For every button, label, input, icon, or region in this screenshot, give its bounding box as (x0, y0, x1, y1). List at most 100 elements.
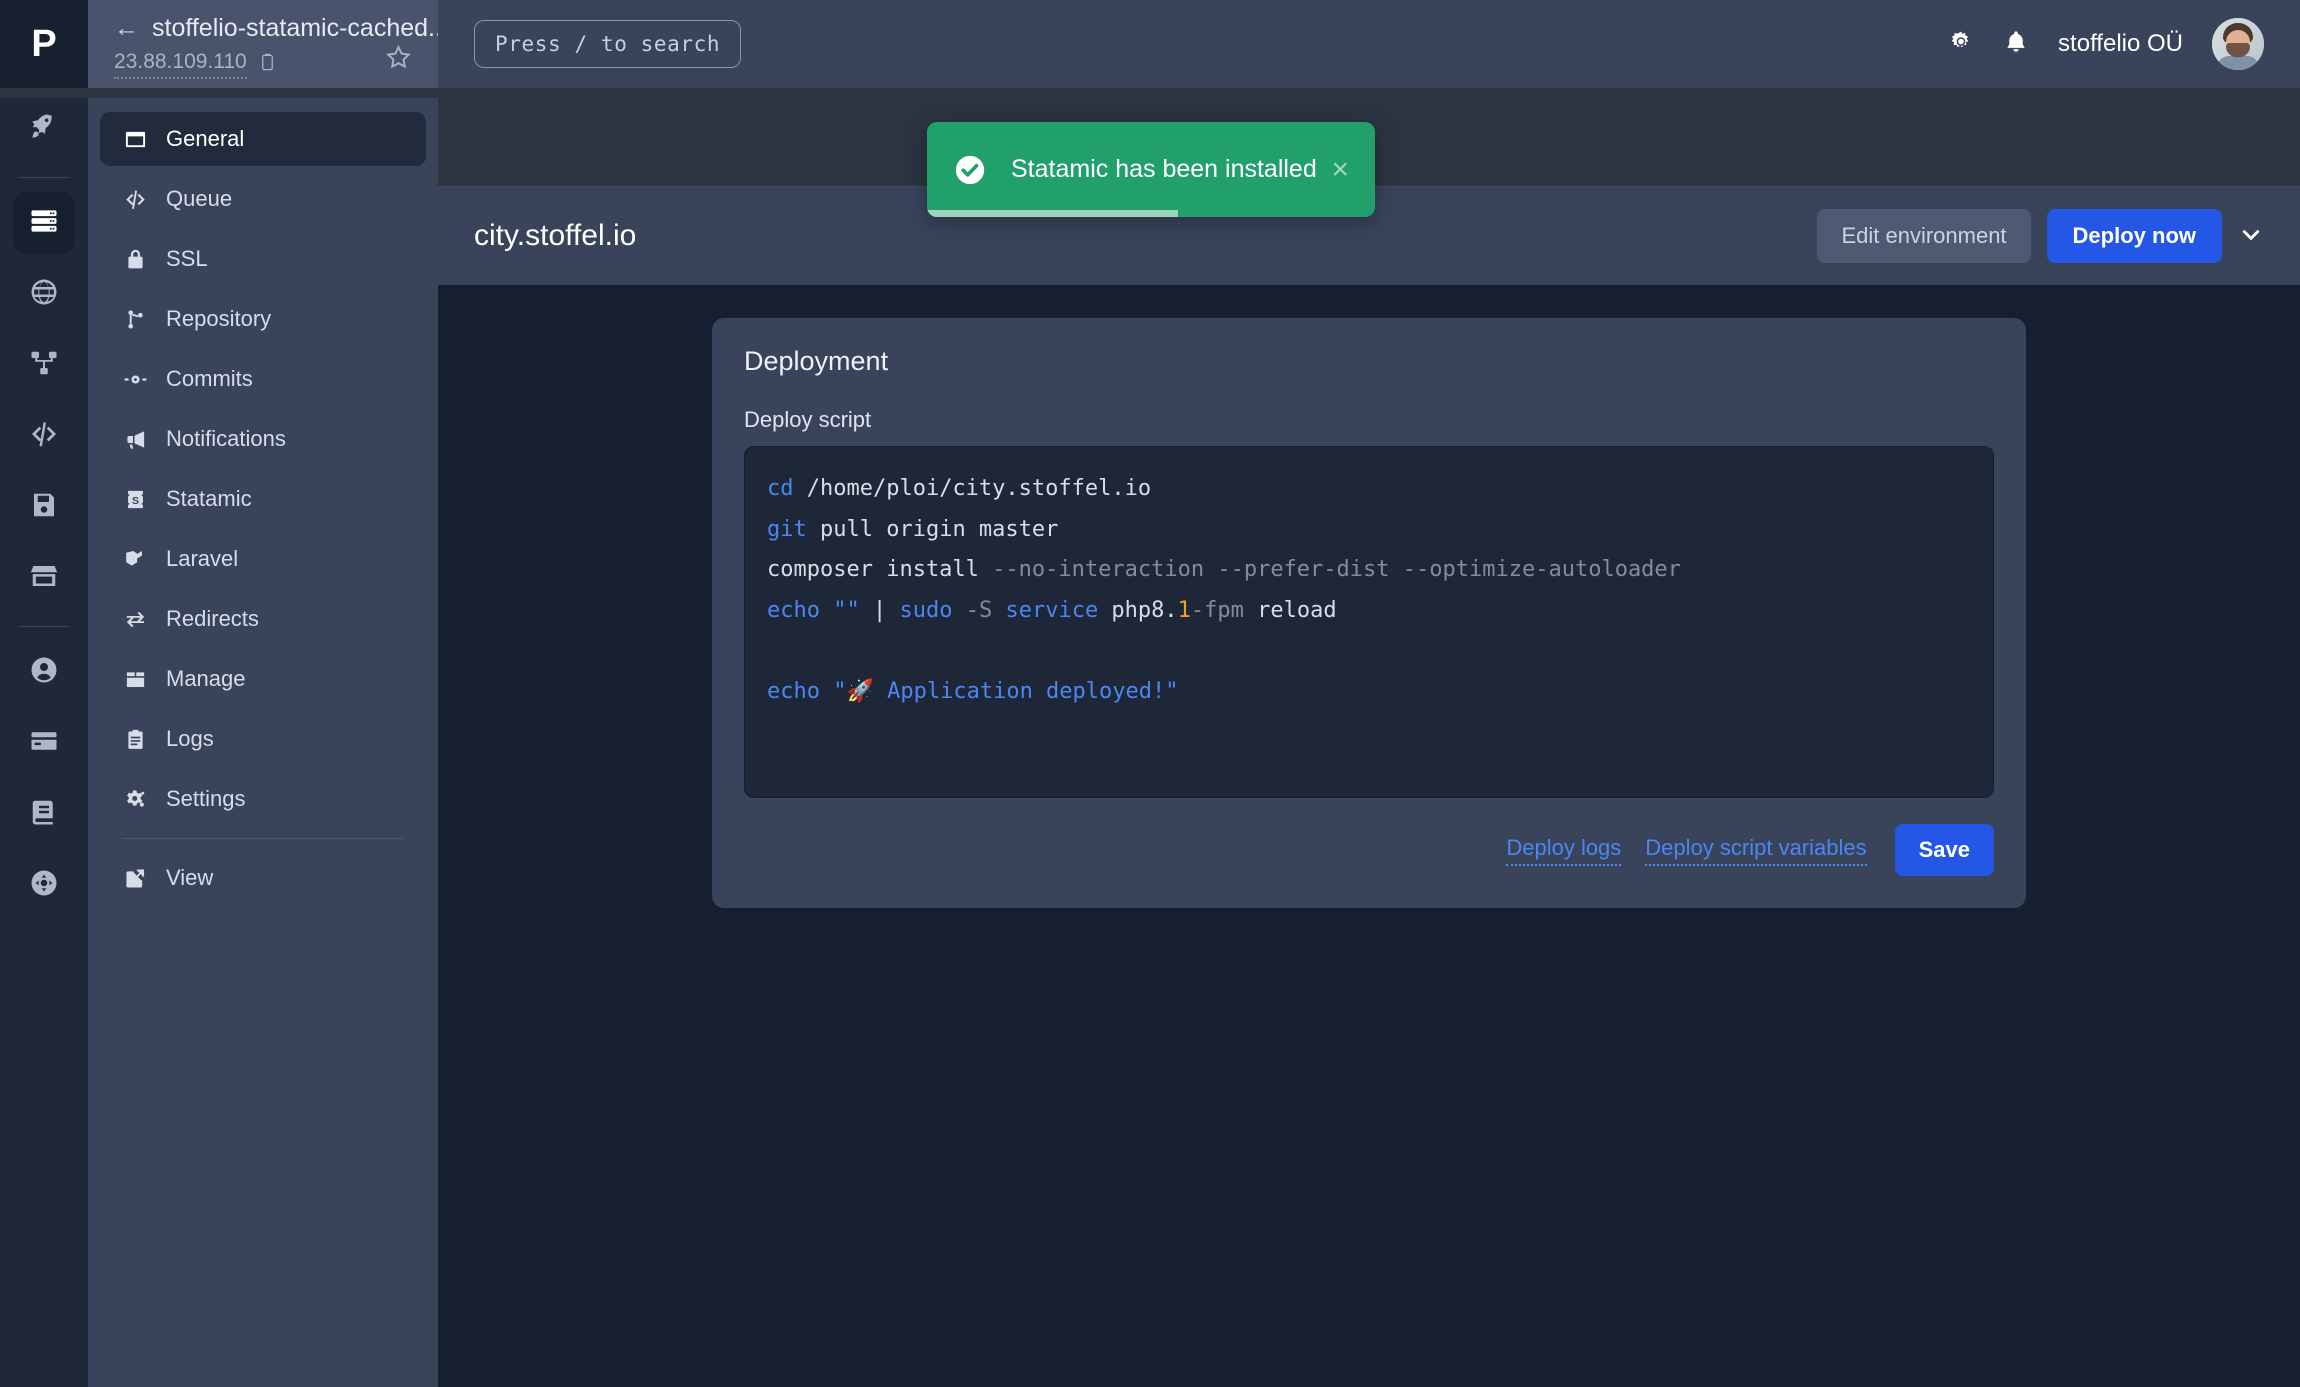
statamic-icon: S (122, 488, 148, 511)
topbar-actions: stoffelio OÜ (1948, 18, 2264, 70)
save-button[interactable]: Save (1894, 824, 1994, 876)
deploy-script-line: echo "" | sudo -S service php8.1-fpm rel… (767, 598, 1337, 624)
toast-progress-bar (927, 210, 1178, 217)
external-link-icon (122, 867, 148, 890)
sidebar-item-statamic[interactable]: S Statamic (100, 472, 426, 526)
deploy-now-button[interactable]: Deploy now (2046, 209, 2222, 263)
favorite-star-icon[interactable] (385, 44, 412, 76)
code-icon (122, 188, 148, 211)
sidebar-item-general[interactable]: General (100, 112, 426, 166)
card-title: Deployment (744, 346, 889, 376)
sidebar-item-logs[interactable]: Logs (100, 712, 426, 766)
main-content: Deployment Deploy script cd /home/ploi/c… (438, 285, 2300, 1387)
back-arrow-icon[interactable]: ← (114, 14, 139, 43)
sidebar-item-manage[interactable]: Manage (100, 652, 426, 706)
server-icon (29, 206, 59, 241)
rail-item-marketplace[interactable] (13, 547, 75, 609)
sidebar-item-label: SSL (166, 246, 208, 271)
network-icon (29, 348, 59, 383)
chevron-down-icon[interactable] (2238, 221, 2264, 252)
credit-card-icon (29, 726, 59, 761)
rail-divider-top (19, 177, 69, 178)
server-ip: 23.88.109.110 (114, 50, 247, 79)
deployment-card: Deployment Deploy script cd /home/ploi/c… (712, 318, 2026, 908)
sidebar-item-label: Queue (166, 186, 233, 211)
life-ring-icon (29, 868, 59, 903)
avatar[interactable] (2212, 18, 2264, 70)
sidebar-item-label: Redirects (166, 606, 259, 631)
sidebar-item-label: Manage (166, 666, 246, 691)
git-branch-icon (122, 308, 148, 331)
server-name: stoffelio-statamic-cached... (152, 14, 449, 42)
rail-item-profile[interactable] (13, 641, 75, 703)
sidebar-item-notifications[interactable]: Notifications (100, 412, 426, 466)
database-icon (29, 490, 59, 525)
rail-item-servers[interactable] (13, 192, 75, 254)
deploy-script-line: git pull origin master (767, 516, 1059, 542)
sidebar-item-laravel[interactable]: Laravel (100, 532, 426, 586)
sidebar-divider (122, 838, 404, 839)
sidebar-item-settings[interactable]: Settings (100, 772, 426, 826)
account-name[interactable]: stoffelio OÜ (2058, 30, 2183, 58)
code-icon (29, 419, 59, 454)
rail-item-billing[interactable] (13, 712, 75, 774)
sidebar-item-label: Laravel (166, 546, 239, 571)
close-icon[interactable]: × (1331, 154, 1349, 185)
topbar: Press / to search stoffelio OÜ (438, 0, 2300, 88)
sun-icon[interactable] (1948, 29, 1974, 60)
sidebar-item-label: Notifications (166, 426, 286, 451)
edit-environment-button[interactable]: Edit environment (1817, 209, 2031, 263)
rail-item-docs[interactable] (13, 783, 75, 845)
toast-notification: Statamic has been installed × (927, 122, 1375, 217)
sidebar-item-label: General (166, 126, 245, 151)
rail-item-network[interactable] (13, 334, 75, 396)
user-circle-icon (29, 655, 59, 690)
exchange-icon (122, 608, 148, 631)
deploy-script-input[interactable]: cd /home/ploi/city.stoffel.io git pull or… (744, 446, 1994, 798)
deploy-script-line: composer install --no-interaction --pref… (767, 557, 1681, 583)
clipboard-list-icon (122, 728, 148, 751)
deploy-script-line: cd /home/ploi/city.stoffel.io (767, 476, 1152, 501)
rail-item-deployments[interactable] (13, 98, 75, 160)
deploy-script-line (767, 632, 1971, 673)
sidebar-item-label: Repository (166, 306, 272, 331)
sidebar-item-label: Logs (166, 726, 214, 751)
rail-item-code[interactable] (13, 405, 75, 467)
rail-divider-bottom (19, 626, 69, 627)
box-icon (122, 668, 148, 691)
book-icon (29, 797, 59, 832)
server-name-row[interactable]: ← stoffelio-statamic-cached... (114, 14, 449, 43)
lock-icon (122, 248, 148, 271)
sidebar-item-repository[interactable]: Repository (100, 292, 426, 346)
check-circle-icon (953, 153, 987, 187)
browser-window-icon (122, 128, 148, 151)
sidebar-item-commits[interactable]: Commits (100, 352, 426, 406)
sidebar-item-queue[interactable]: Queue (100, 172, 426, 226)
bell-icon[interactable] (2003, 29, 2029, 60)
sidebar-server-header: ← stoffelio-statamic-cached... 23.88.109… (88, 0, 449, 88)
commit-icon (122, 368, 148, 391)
megaphone-icon (122, 428, 148, 451)
sidebar-item-ssl[interactable]: SSL (100, 232, 426, 286)
search-input[interactable]: Press / to search (474, 20, 742, 68)
rocket-icon (29, 112, 59, 147)
deploy-logs-link[interactable]: Deploy logs (1506, 835, 1622, 866)
deploy-script-line: echo "🚀 Application deployed!" (767, 679, 1179, 705)
svg-text:S: S (131, 494, 138, 506)
deploy-script-label: Deploy script (744, 407, 872, 432)
rail-item-support[interactable] (13, 854, 75, 916)
rail-item-databases[interactable] (13, 476, 75, 538)
rail-item-sites[interactable] (13, 263, 75, 325)
toast-message: Statamic has been installed (1011, 155, 1317, 183)
app-icon-rail: P (0, 0, 88, 1387)
gears-icon (122, 788, 148, 811)
server-ip-row[interactable]: 23.88.109.110 (114, 50, 412, 79)
deploy-script-variables-link[interactable]: Deploy script variables (1645, 835, 1867, 866)
brand-logo[interactable]: P (0, 0, 88, 88)
sidebar-item-view[interactable]: View (100, 851, 426, 905)
globe-icon (29, 277, 59, 312)
sidebar-item-redirects[interactable]: Redirects (100, 592, 426, 646)
sidebar-nav: General Queue SSL Repository Commits Not… (88, 88, 438, 905)
copy-clipboard-icon[interactable] (258, 53, 277, 77)
sidebar-item-label: Settings (166, 786, 246, 811)
